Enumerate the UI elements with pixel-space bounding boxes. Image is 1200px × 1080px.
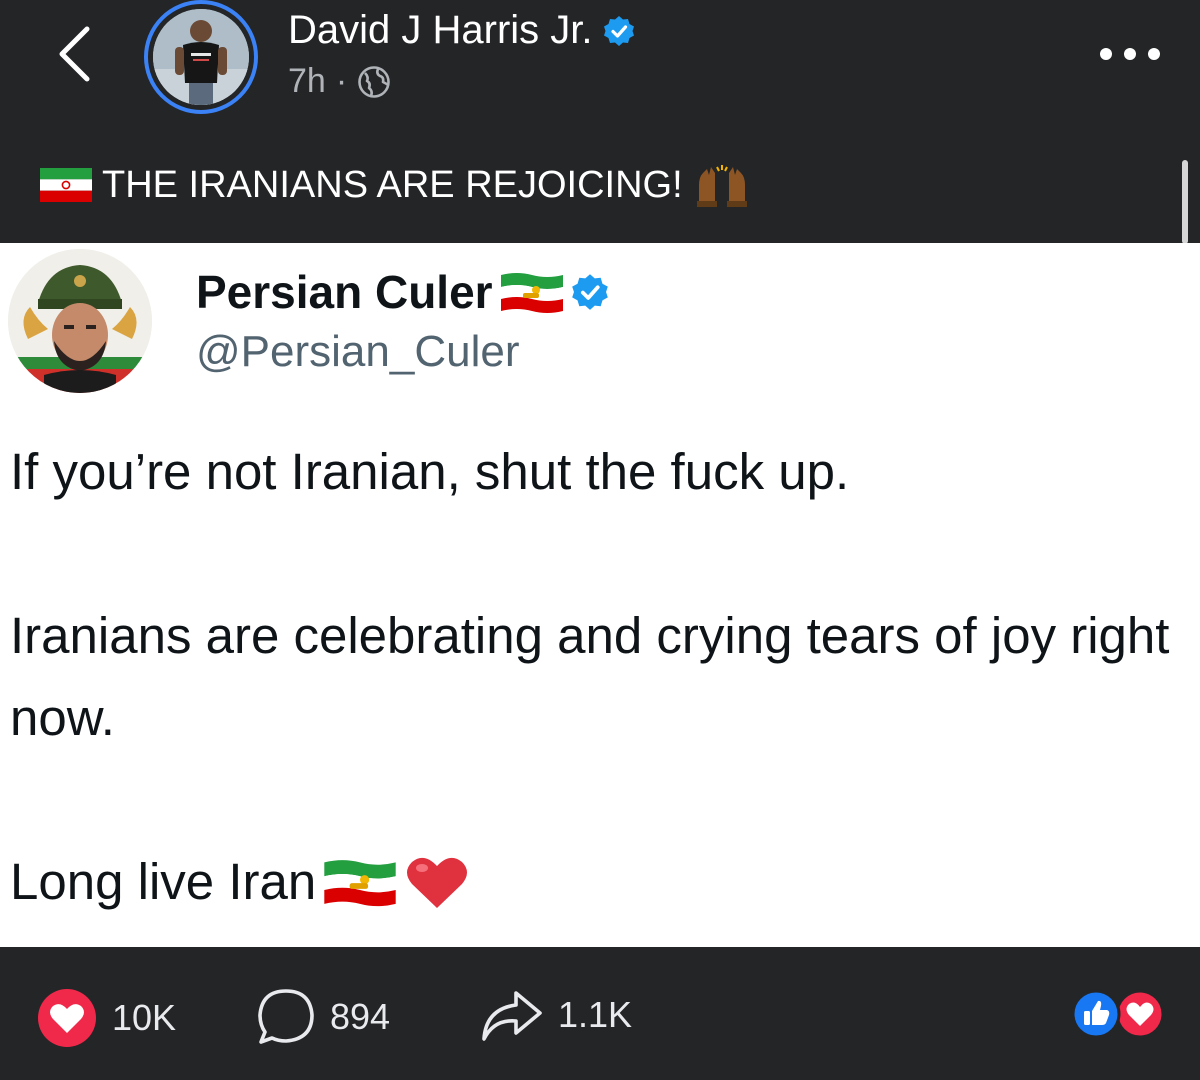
caption-text: THE IRANIANS ARE REJOICING!	[102, 163, 683, 206]
tweet-author-name-row: Persian Culer	[196, 265, 609, 319]
chevron-left-icon	[59, 26, 90, 82]
love-reaction-icon	[1115, 989, 1165, 1039]
more-dot	[1100, 48, 1112, 60]
poster-avatar-photo	[153, 9, 249, 105]
post-actions-bar: 10K 894 1.1K	[0, 947, 1200, 1080]
iran-lion-sun-flag-icon	[500, 273, 563, 313]
tweet-paragraph: Long live Iran	[10, 853, 317, 910]
post-timestamp[interactable]: 7h	[288, 62, 326, 101]
more-dot	[1124, 48, 1136, 60]
post-screen: David J Harris Jr. 7h · THE IRANIANS ARE…	[0, 0, 1200, 1080]
more-options-button[interactable]	[1100, 40, 1160, 68]
tweet-paragraph: If you’re not Iranian, shut the fuck up.	[10, 443, 850, 500]
tweet-screenshot[interactable]: Persian Culer @Persian_Culer If you’re n…	[0, 243, 1200, 947]
comment-bubble-icon	[258, 989, 314, 1044]
share-button[interactable]: 1.1K	[480, 987, 632, 1043]
poster-name-row[interactable]: David J Harris Jr.	[288, 8, 635, 53]
post-meta: 7h ·	[288, 62, 391, 101]
share-arrow-icon	[482, 991, 542, 1041]
iran-flag-icon	[40, 168, 92, 202]
tweet-author-handle: @Persian_Culer	[196, 327, 520, 376]
more-dot	[1148, 48, 1160, 60]
globe-icon	[358, 65, 390, 98]
verified-badge-icon	[603, 15, 635, 47]
verified-badge-icon	[571, 274, 608, 310]
like-button[interactable]: 10K	[36, 987, 176, 1049]
reactions-summary[interactable]	[1070, 989, 1166, 1039]
like-count: 10K	[112, 997, 177, 1038]
comment-count: 894	[330, 996, 391, 1037]
post-caption: THE IRANIANS ARE REJOICING!	[40, 163, 751, 207]
tweet-text: If you’re not Iranian, shut the fuck up.…	[10, 431, 1195, 923]
tweet-paragraph: Iranians are celebrating and crying tear…	[10, 607, 1170, 746]
poster-avatar[interactable]	[144, 0, 258, 114]
heart-filled-icon	[38, 989, 96, 1047]
tweet-author-name: Persian Culer	[196, 266, 493, 318]
tweet-paragraph-with-emoji: Long live Iran	[10, 841, 470, 923]
iran-lion-sun-flag-icon	[324, 860, 396, 907]
red-heart-icon	[407, 857, 468, 908]
like-reaction-icon	[1071, 989, 1121, 1039]
raising-hands-icon	[696, 165, 747, 207]
back-button[interactable]	[44, 22, 104, 86]
scrollbar[interactable]	[1182, 160, 1188, 244]
share-count: 1.1K	[558, 994, 633, 1035]
meta-separator: ·	[335, 62, 348, 100]
poster-name[interactable]: David J Harris Jr.	[288, 8, 593, 53]
comment-button[interactable]: 894	[256, 987, 390, 1047]
tweet-author-avatar	[8, 249, 152, 393]
post-header: David J Harris Jr. 7h ·	[0, 0, 1200, 150]
